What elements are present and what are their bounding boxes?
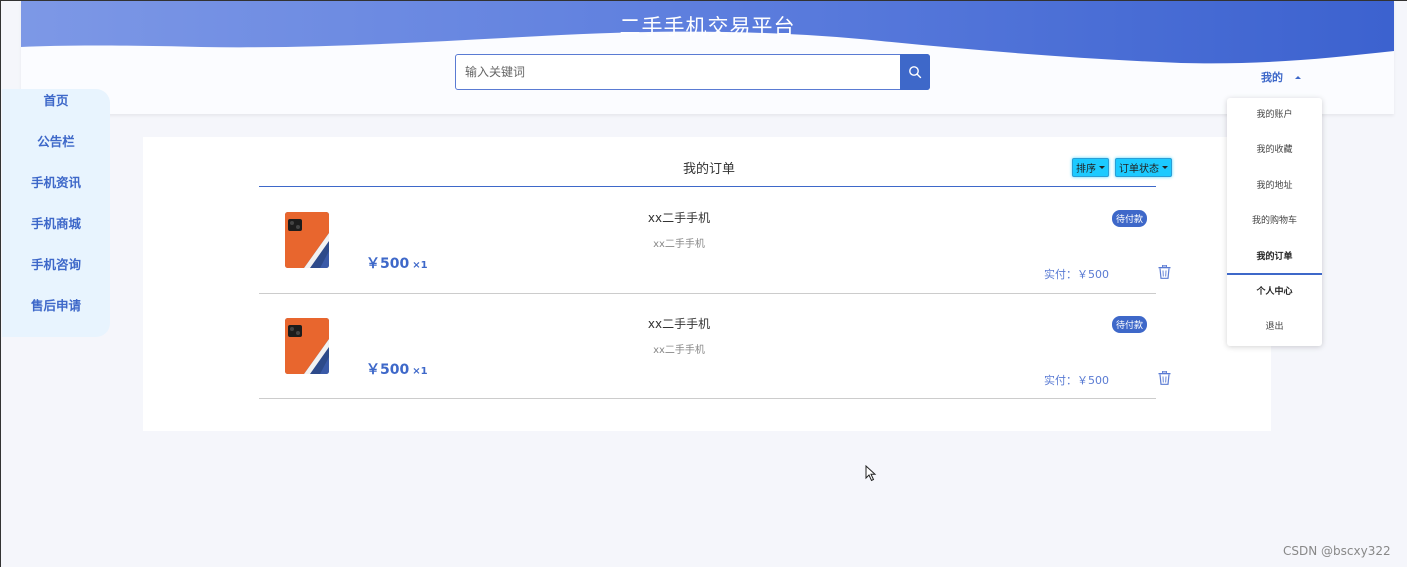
sort-dropdown[interactable]: 排序	[1072, 158, 1109, 177]
order-price: ￥500 ×1	[366, 253, 428, 273]
product-name[interactable]: xx二手手机	[259, 315, 1099, 332]
side-nav: 首页 公告栏 手机资讯 手机商城 手机咨询 售后申请	[2, 89, 110, 337]
search-icon	[909, 66, 922, 79]
order-quantity: ×1	[412, 366, 428, 377]
nav-item-after-sales[interactable]: 售后申请	[2, 294, 110, 335]
search-input[interactable]	[456, 55, 900, 89]
mouse-cursor-icon	[865, 465, 877, 482]
menu-item-logout[interactable]: 退出	[1227, 310, 1322, 345]
menu-item-profile[interactable]: 个人中心	[1227, 275, 1322, 310]
status-badge: 待付款	[1112, 316, 1148, 333]
row-divider	[259, 398, 1156, 399]
orders-panel: 我的订单 排序 订单状态 ￥500 ×1 xx二手手机 xx二手手机 待付款 实付…	[143, 137, 1271, 431]
order-item: ￥500 ×1 xx二手手机 xx二手手机 待付款 实付：￥500	[259, 295, 1171, 399]
user-menu-label: 我的	[1261, 71, 1283, 84]
page-title: 我的订单	[683, 162, 736, 177]
menu-item-favorites[interactable]: 我的收藏	[1227, 133, 1322, 168]
product-desc: xx二手手机	[653, 345, 705, 356]
product-name[interactable]: xx二手手机	[259, 209, 1099, 226]
title-divider	[259, 186, 1156, 187]
user-menu-toggle[interactable]: 我的	[1261, 69, 1301, 85]
order-status-dropdown[interactable]: 订单状态	[1115, 158, 1172, 177]
menu-item-orders[interactable]: 我的订单	[1227, 240, 1322, 275]
order-status-label: 订单状态	[1119, 164, 1159, 175]
menu-item-cart[interactable]: 我的购物车	[1227, 204, 1322, 239]
menu-item-address[interactable]: 我的地址	[1227, 169, 1322, 204]
watermark: CSDN @bscxy322	[1283, 544, 1391, 558]
menu-item-account[interactable]: 我的账户	[1227, 98, 1322, 133]
order-item: ￥500 ×1 xx二手手机 xx二手手机 待付款 实付：￥500	[259, 189, 1171, 293]
paid-amount: 实付：￥500	[1044, 374, 1109, 387]
order-quantity: ×1	[412, 260, 428, 271]
row-divider	[259, 293, 1156, 294]
chevron-down-icon	[1162, 166, 1168, 169]
header: 二手手机交易平台 我的	[21, 1, 1394, 114]
trash-icon[interactable]	[1158, 265, 1171, 279]
nav-item-phone-news[interactable]: 手机资讯	[2, 171, 110, 212]
product-desc: xx二手手机	[653, 239, 705, 250]
site-title: 二手手机交易平台	[619, 15, 796, 39]
chevron-down-icon	[1099, 166, 1105, 169]
order-price: ￥500 ×1	[366, 359, 428, 379]
sort-label: 排序	[1076, 164, 1096, 175]
nav-item-home[interactable]: 首页	[2, 89, 110, 130]
search-bar	[455, 54, 930, 90]
price-value: ￥500	[366, 256, 410, 272]
nav-item-phone-mall[interactable]: 手机商城	[2, 212, 110, 253]
nav-item-announcements[interactable]: 公告栏	[2, 130, 110, 171]
trash-icon[interactable]	[1158, 371, 1171, 385]
paid-amount: 实付：￥500	[1044, 268, 1109, 281]
user-dropdown-menu: 我的账户 我的收藏 我的地址 我的购物车 我的订单 个人中心 退出	[1227, 98, 1322, 346]
nav-item-phone-consult[interactable]: 手机咨询	[2, 253, 110, 294]
status-badge: 待付款	[1112, 210, 1148, 227]
chevron-up-icon	[1295, 75, 1301, 79]
price-value: ￥500	[366, 362, 410, 378]
search-button[interactable]	[900, 54, 930, 90]
